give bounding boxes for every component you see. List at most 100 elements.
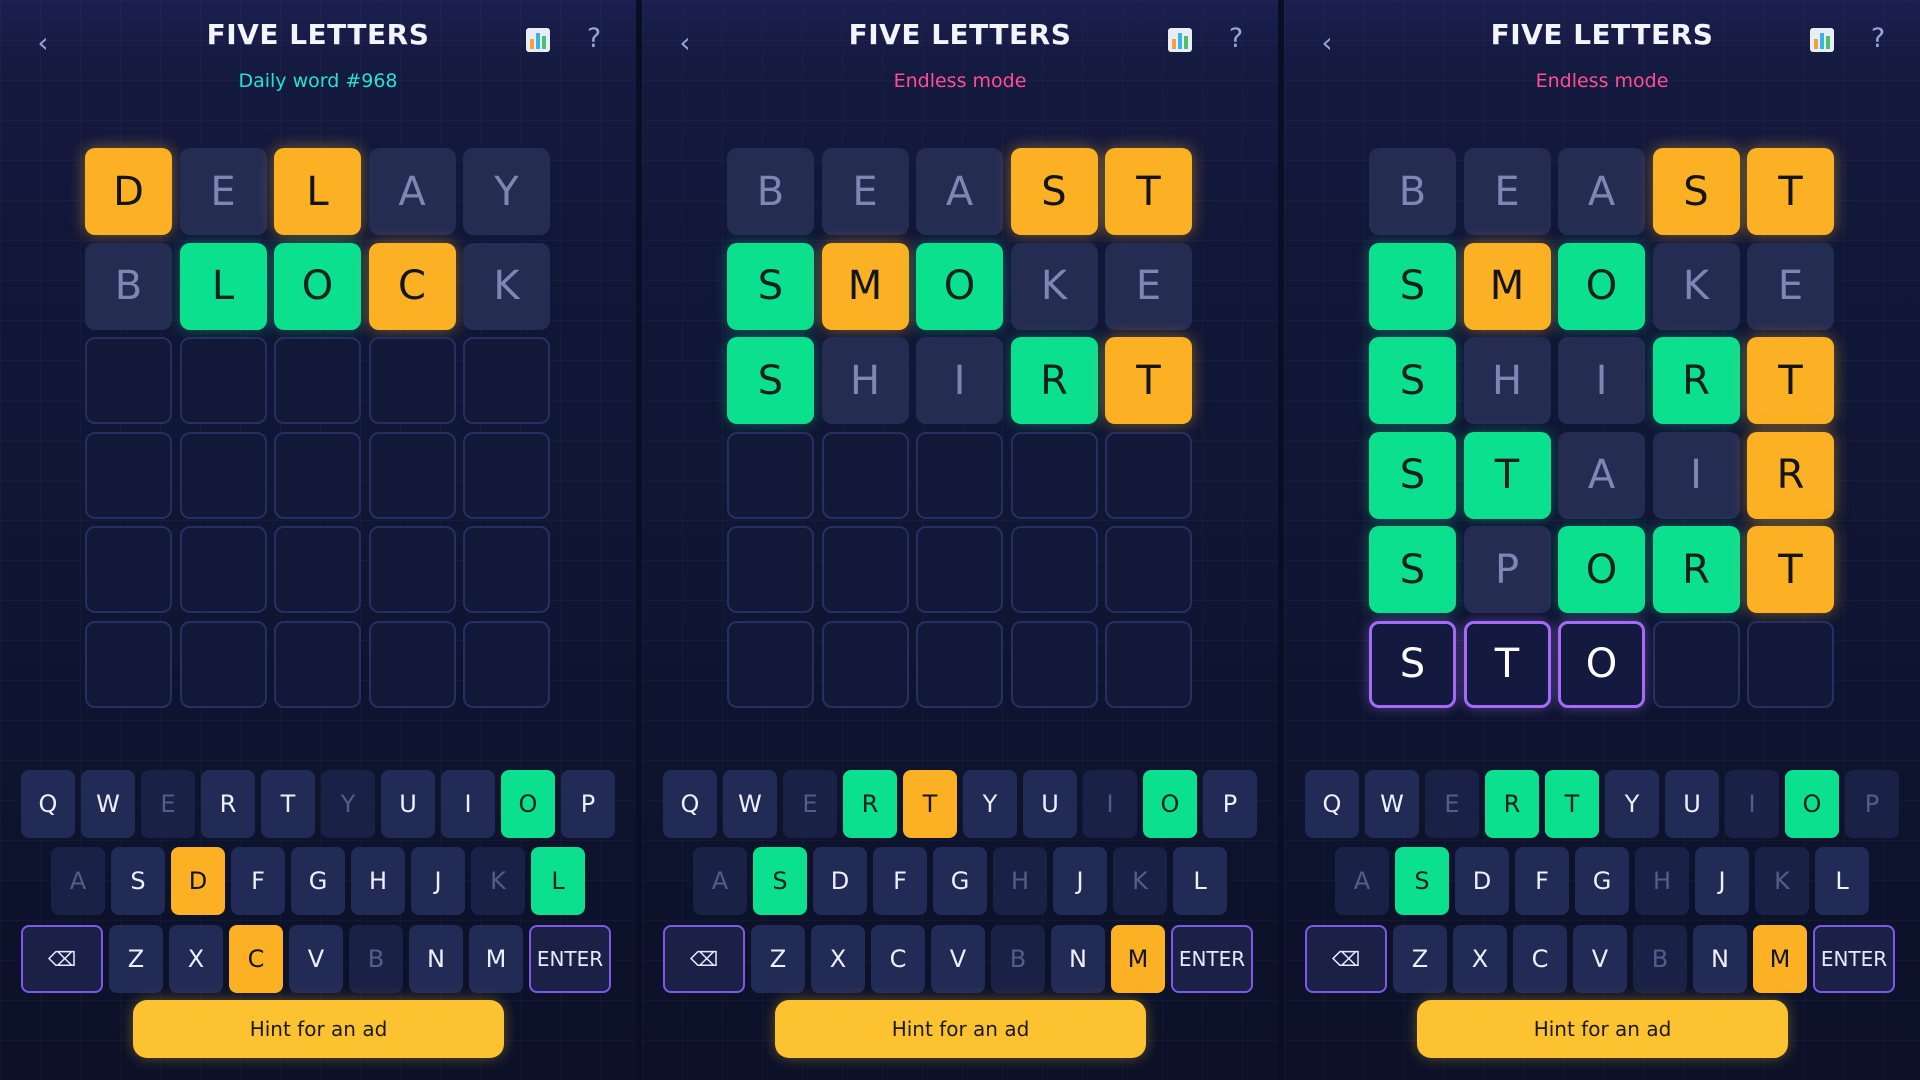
key-l[interactable]: L — [1815, 847, 1869, 915]
hint-button[interactable]: Hint for an ad — [133, 1000, 504, 1058]
key-u[interactable]: U — [1665, 770, 1719, 838]
key-j[interactable]: J — [1053, 847, 1107, 915]
key-f[interactable]: F — [873, 847, 927, 915]
key-w[interactable]: W — [1365, 770, 1419, 838]
backspace-key[interactable]: ⌫ — [1305, 925, 1387, 993]
key-q[interactable]: Q — [21, 770, 75, 838]
key-t[interactable]: T — [261, 770, 315, 838]
key-a[interactable]: A — [51, 847, 105, 915]
letter-tile: R — [1652, 526, 1740, 613]
key-t[interactable]: T — [903, 770, 957, 838]
help-icon[interactable]: ? — [1224, 22, 1248, 56]
key-x[interactable]: X — [169, 925, 223, 993]
key-a[interactable]: A — [693, 847, 747, 915]
key-s[interactable]: S — [753, 847, 807, 915]
key-k[interactable]: K — [1113, 847, 1167, 915]
key-r[interactable]: R — [1485, 770, 1539, 838]
letter-tile: T — [1747, 526, 1834, 613]
key-h[interactable]: H — [993, 847, 1047, 915]
help-icon[interactable]: ? — [582, 22, 606, 56]
bar-chart-icon[interactable] — [1167, 27, 1193, 53]
key-b[interactable]: B — [349, 925, 403, 993]
key-r[interactable]: R — [201, 770, 255, 838]
key-n[interactable]: N — [1693, 925, 1747, 993]
letter-tile — [1747, 620, 1834, 708]
key-v[interactable]: V — [931, 925, 985, 993]
bar-chart-icon[interactable] — [525, 27, 551, 53]
key-k[interactable]: K — [471, 847, 525, 915]
key-v[interactable]: V — [289, 925, 343, 993]
key-y[interactable]: Y — [963, 770, 1017, 838]
key-c[interactable]: C — [229, 925, 283, 993]
key-i[interactable]: I — [1725, 770, 1779, 838]
key-d[interactable]: D — [813, 847, 867, 915]
hint-button[interactable]: Hint for an ad — [1417, 1000, 1788, 1058]
key-y[interactable]: Y — [1605, 770, 1659, 838]
key-g[interactable]: G — [1575, 847, 1629, 915]
key-z[interactable]: Z — [109, 925, 163, 993]
key-e[interactable]: E — [141, 770, 195, 838]
key-y[interactable]: Y — [321, 770, 375, 838]
letter-tile: E — [1747, 242, 1834, 330]
backspace-key[interactable]: ⌫ — [21, 925, 103, 993]
letter-tile — [463, 337, 550, 424]
key-i[interactable]: I — [441, 770, 495, 838]
key-b[interactable]: B — [991, 925, 1045, 993]
bar-chart-icon[interactable] — [1809, 27, 1835, 53]
key-x[interactable]: X — [811, 925, 865, 993]
key-j[interactable]: J — [1695, 847, 1749, 915]
key-s[interactable]: S — [111, 847, 165, 915]
backspace-key[interactable]: ⌫ — [663, 925, 745, 993]
key-e[interactable]: E — [783, 770, 837, 838]
key-t[interactable]: T — [1545, 770, 1599, 838]
key-u[interactable]: U — [381, 770, 435, 838]
key-p[interactable]: P — [1845, 770, 1899, 838]
enter-key[interactable]: ENTER — [1813, 925, 1895, 993]
key-z[interactable]: Z — [1393, 925, 1447, 993]
key-d[interactable]: D — [171, 847, 225, 915]
letter-tile — [368, 526, 456, 613]
key-r[interactable]: R — [843, 770, 897, 838]
key-m[interactable]: M — [469, 925, 523, 993]
key-v[interactable]: V — [1573, 925, 1627, 993]
key-g[interactable]: G — [933, 847, 987, 915]
key-h[interactable]: H — [351, 847, 405, 915]
key-o[interactable]: O — [1785, 770, 1839, 838]
enter-key[interactable]: ENTER — [529, 925, 611, 993]
key-s[interactable]: S — [1395, 847, 1449, 915]
key-k[interactable]: K — [1755, 847, 1809, 915]
key-w[interactable]: W — [723, 770, 777, 838]
key-j[interactable]: J — [411, 847, 465, 915]
key-i[interactable]: I — [1083, 770, 1137, 838]
hint-button[interactable]: Hint for an ad — [775, 1000, 1146, 1058]
letter-tile — [179, 337, 267, 424]
key-q[interactable]: Q — [1305, 770, 1359, 838]
key-l[interactable]: L — [531, 847, 585, 915]
key-p[interactable]: P — [561, 770, 615, 838]
enter-key[interactable]: ENTER — [1171, 925, 1253, 993]
key-w[interactable]: W — [81, 770, 135, 838]
key-l[interactable]: L — [1173, 847, 1227, 915]
key-m[interactable]: M — [1111, 925, 1165, 993]
key-f[interactable]: F — [231, 847, 285, 915]
key-z[interactable]: Z — [751, 925, 805, 993]
key-c[interactable]: C — [871, 925, 925, 993]
key-n[interactable]: N — [1051, 925, 1105, 993]
key-d[interactable]: D — [1455, 847, 1509, 915]
key-n[interactable]: N — [409, 925, 463, 993]
key-p[interactable]: P — [1203, 770, 1257, 838]
key-x[interactable]: X — [1453, 925, 1507, 993]
key-c[interactable]: C — [1513, 925, 1567, 993]
key-m[interactable]: M — [1753, 925, 1807, 993]
key-o[interactable]: O — [501, 770, 555, 838]
help-icon[interactable]: ? — [1866, 22, 1890, 56]
key-b[interactable]: B — [1633, 925, 1687, 993]
key-a[interactable]: A — [1335, 847, 1389, 915]
key-q[interactable]: Q — [663, 770, 717, 838]
key-e[interactable]: E — [1425, 770, 1479, 838]
key-u[interactable]: U — [1023, 770, 1077, 838]
key-h[interactable]: H — [1635, 847, 1689, 915]
key-o[interactable]: O — [1143, 770, 1197, 838]
key-g[interactable]: G — [291, 847, 345, 915]
key-f[interactable]: F — [1515, 847, 1569, 915]
